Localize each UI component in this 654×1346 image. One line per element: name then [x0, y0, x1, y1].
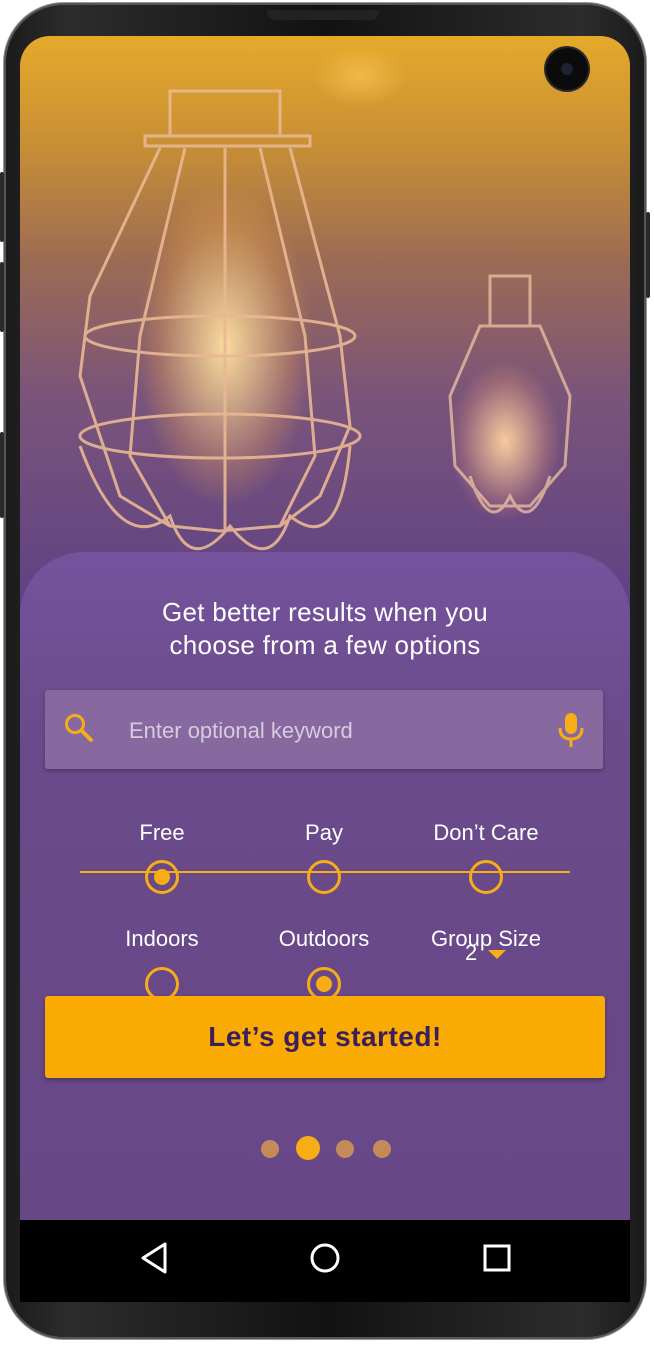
front-camera: [546, 48, 588, 90]
chevron-down-icon[interactable]: [488, 950, 506, 959]
side-button-left-2: [0, 262, 4, 332]
home-circle-icon[interactable]: [308, 1240, 342, 1281]
side-button-right: [646, 212, 650, 298]
search-icon: [63, 712, 95, 749]
page-dot-1[interactable]: [261, 1140, 279, 1158]
option-outdoors-label: Outdoors: [278, 926, 370, 951]
speaker-grille: [267, 10, 379, 20]
headline-line-2: choose from a few options: [169, 630, 481, 660]
options-sheet: Get better results when you choose from …: [20, 552, 630, 1220]
headline-line-1: Get better results when you: [161, 597, 489, 627]
hanging-lamps-illustration: [78, 89, 572, 551]
group-size-label: Group Size: [430, 926, 542, 951]
page-dot-2-active[interactable]: [296, 1136, 320, 1160]
get-started-button[interactable]: Let’s get started!: [45, 996, 605, 1078]
option-dont-care-label: Don’t Care: [433, 820, 539, 845]
android-nav-bar: [20, 1220, 630, 1302]
radio-dont-care[interactable]: [469, 860, 503, 894]
search-input[interactable]: Enter optional keyword: [129, 718, 353, 744]
group-size-value[interactable]: 2: [465, 940, 477, 966]
side-button-left-1: [0, 172, 4, 242]
back-triangle-icon[interactable]: [139, 1240, 169, 1281]
option-indoors-label: Indoors: [125, 926, 199, 951]
screen: Get better results when you choose from …: [20, 36, 630, 1220]
radio-pay[interactable]: [307, 860, 341, 894]
options-divider: [80, 871, 570, 873]
page-dot-4[interactable]: [373, 1140, 391, 1158]
page-dot-3[interactable]: [336, 1140, 354, 1158]
radio-free[interactable]: [145, 860, 179, 894]
recents-square-icon[interactable]: [480, 1240, 514, 1281]
side-button-left-3: [0, 432, 4, 518]
keyword-search-bar[interactable]: Enter optional keyword: [45, 690, 603, 769]
option-pay-label: Pay: [305, 820, 343, 845]
background-photo: [20, 36, 630, 636]
option-free-label: Free: [139, 820, 185, 845]
microphone-icon[interactable]: [557, 712, 585, 753]
